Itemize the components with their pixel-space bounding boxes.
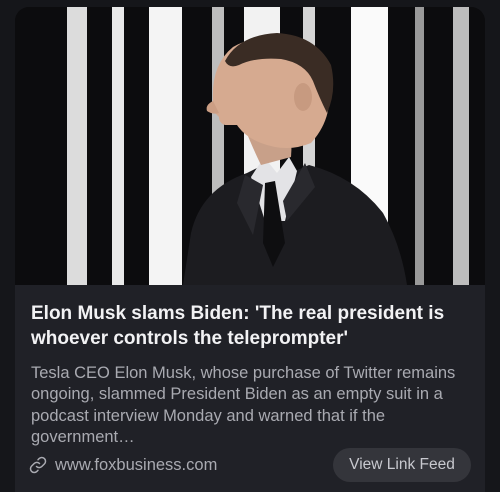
link-icon: [29, 456, 47, 474]
article-hero-image[interactable]: [15, 7, 485, 285]
source-domain: www.foxbusiness.com: [55, 455, 218, 474]
view-link-feed-button[interactable]: View Link Feed: [333, 448, 471, 482]
article-summary: Tesla CEO Elon Musk, whose purchase of T…: [31, 364, 456, 447]
feed-page: Elon Musk slams Biden: 'The real preside…: [0, 0, 500, 492]
article-photo: [15, 7, 485, 285]
article-headline[interactable]: Elon Musk slams Biden: 'The real preside…: [31, 301, 475, 351]
source-link[interactable]: www.foxbusiness.com: [29, 452, 217, 478]
link-preview-card[interactable]: Elon Musk slams Biden: 'The real preside…: [15, 7, 485, 492]
